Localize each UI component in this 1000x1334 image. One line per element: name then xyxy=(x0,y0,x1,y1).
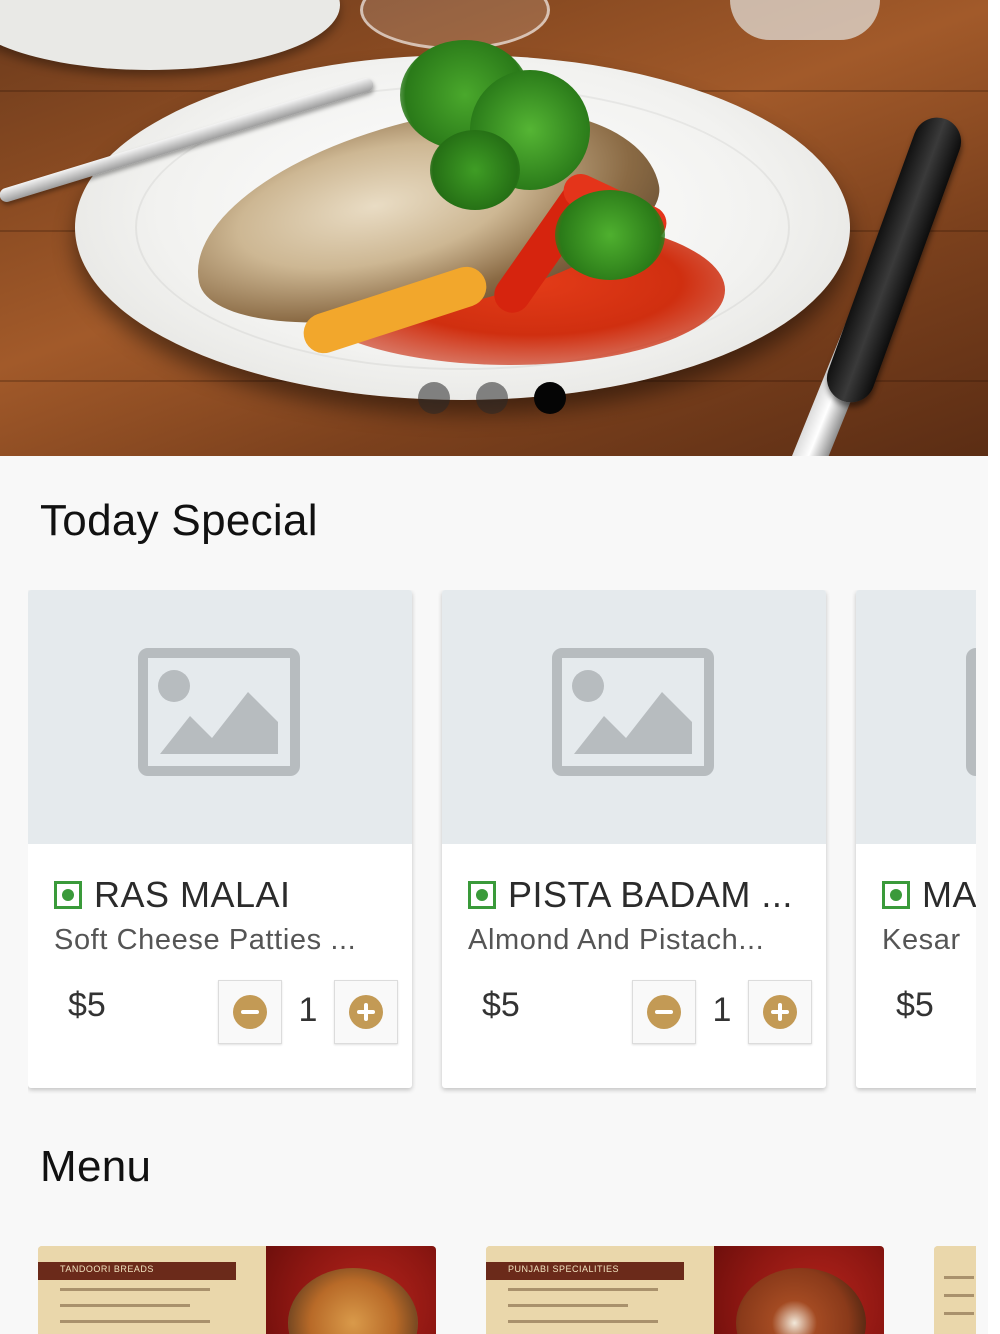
menu-line xyxy=(60,1288,210,1291)
quantity-stepper: 1 xyxy=(218,980,398,1044)
plus-icon xyxy=(763,995,797,1029)
plus-icon xyxy=(349,995,383,1029)
menu-card-image[interactable]: PUNJABI SPECIALITIES xyxy=(486,1246,884,1334)
quantity-value: 1 xyxy=(712,991,732,1029)
menu-line xyxy=(60,1304,190,1307)
app-screen: Today Special RAS MALAI Soft Cheese Patt… xyxy=(0,0,1000,1334)
carousel-dot-3-active[interactable] xyxy=(534,382,566,414)
menu-section-heading: TANDOORI BREADS xyxy=(60,1264,154,1274)
menu-line xyxy=(508,1304,628,1307)
today-special-title: Today Special xyxy=(40,496,318,545)
today-special-carousel[interactable]: RAS MALAI Soft Cheese Patties ... $5 1 P… xyxy=(28,590,976,1100)
item-name: RAS MALAI xyxy=(94,874,291,915)
item-price: $5 xyxy=(482,986,520,1024)
menu-card-image[interactable]: TANDOORI BREADS xyxy=(38,1246,436,1334)
carousel-dot-1[interactable] xyxy=(418,382,450,414)
minus-icon xyxy=(233,995,267,1029)
item-name: PISTA BADAM ... xyxy=(508,874,793,915)
increase-quantity-button[interactable] xyxy=(748,980,812,1044)
menu-line xyxy=(60,1320,210,1323)
image-placeholder-icon xyxy=(552,648,714,776)
menu-line xyxy=(944,1276,974,1279)
minus-icon xyxy=(647,995,681,1029)
background-plate xyxy=(0,0,340,70)
item-info: PISTA BADAM ... Almond And Pistach... $5… xyxy=(442,844,826,1088)
menu-line xyxy=(508,1320,658,1323)
veg-indicator-icon xyxy=(882,881,910,909)
carousel-dot-2[interactable] xyxy=(476,382,508,414)
special-item-card[interactable]: RAS MALAI Soft Cheese Patties ... $5 1 xyxy=(28,590,412,1088)
menu-page-text-area: TANDOORI BREADS xyxy=(38,1246,266,1334)
item-description: Kesar xyxy=(882,924,961,956)
carousel-pagination xyxy=(418,382,566,414)
scroll-edge xyxy=(988,0,1000,1334)
veg-indicator-icon xyxy=(54,881,82,909)
item-image xyxy=(856,590,976,844)
menu-page-text-area xyxy=(934,1246,976,1334)
item-info: MA Kesar $5 xyxy=(856,844,976,1088)
item-info: RAS MALAI Soft Cheese Patties ... $5 1 xyxy=(28,844,412,1088)
item-price: $5 xyxy=(896,986,934,1024)
quantity-value: 1 xyxy=(298,991,318,1029)
menu-line xyxy=(944,1312,974,1315)
menu-page-text-area: PUNJABI SPECIALITIES xyxy=(486,1246,714,1334)
item-image xyxy=(442,590,826,844)
increase-quantity-button[interactable] xyxy=(334,980,398,1044)
item-name: MA xyxy=(922,874,976,915)
item-price: $5 xyxy=(68,986,106,1024)
image-placeholder-icon xyxy=(138,648,300,776)
quantity-stepper: 1 xyxy=(632,980,812,1044)
cilantro-garnish xyxy=(430,130,520,210)
decrease-quantity-button[interactable] xyxy=(632,980,696,1044)
hero-banner-image[interactable] xyxy=(0,0,988,456)
item-description: Almond And Pistach... xyxy=(468,924,765,956)
salt-shaker xyxy=(730,0,880,40)
cilantro-garnish xyxy=(555,190,665,280)
menu-card-image[interactable] xyxy=(934,1246,976,1334)
special-item-card[interactable]: MA Kesar $5 xyxy=(856,590,976,1088)
decrease-quantity-button[interactable] xyxy=(218,980,282,1044)
item-description: Soft Cheese Patties ... xyxy=(54,924,357,956)
menu-line xyxy=(508,1288,658,1291)
special-item-card[interactable]: PISTA BADAM ... Almond And Pistach... $5… xyxy=(442,590,826,1088)
menu-line xyxy=(944,1294,974,1297)
image-placeholder-icon xyxy=(966,648,976,776)
menu-title: Menu xyxy=(40,1142,152,1191)
item-image xyxy=(28,590,412,844)
veg-indicator-icon xyxy=(468,881,496,909)
menu-section-heading: PUNJABI SPECIALITIES xyxy=(508,1264,620,1274)
menu-carousel[interactable]: TANDOORI BREADS PUNJABI SPECIALITIES xyxy=(38,1246,976,1334)
